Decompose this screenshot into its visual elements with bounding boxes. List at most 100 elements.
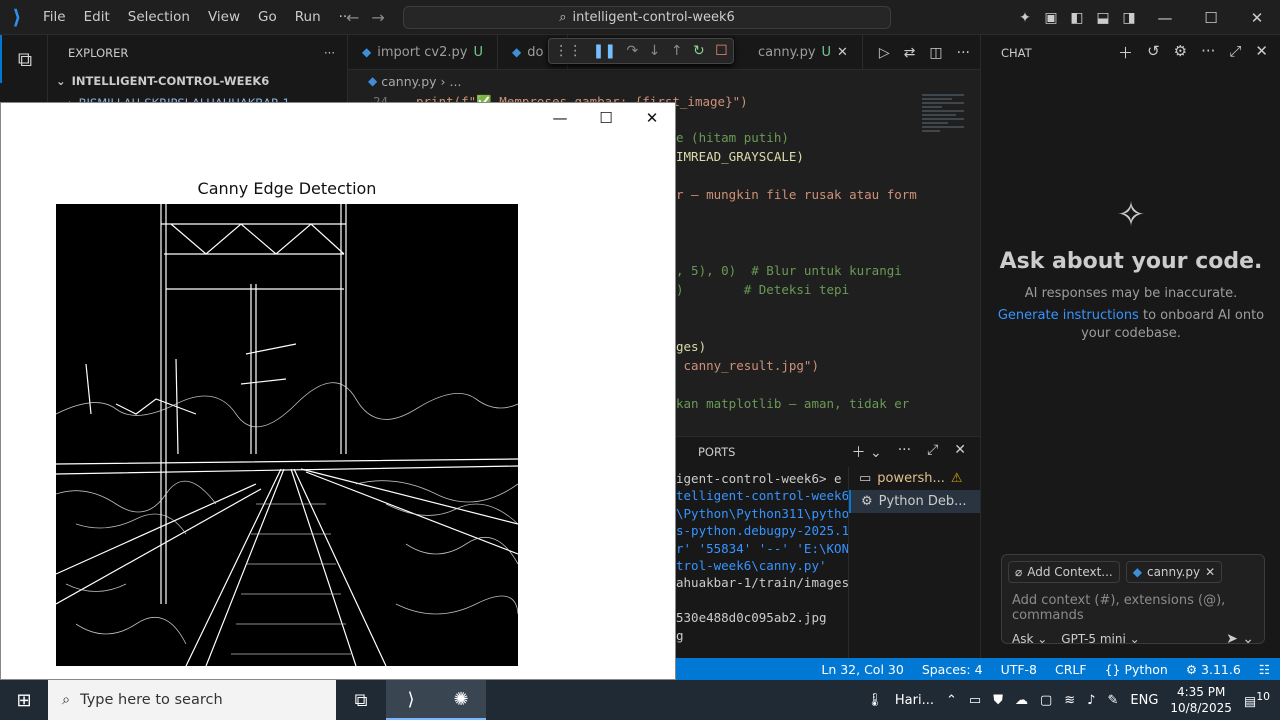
plot-title: Canny Edge Detection bbox=[197, 179, 377, 198]
close-panel-icon[interactable]: ✕ bbox=[954, 442, 966, 462]
toggle-sidebar-icon[interactable]: ◧ bbox=[1064, 10, 1090, 26]
file-chip-label: canny.py bbox=[1146, 565, 1201, 579]
tab-import-cv2[interactable]: ◆ import cv2.py U bbox=[348, 35, 498, 69]
notification-center-icon[interactable]: ▤10 bbox=[1244, 690, 1270, 709]
menu-run[interactable]: Run bbox=[286, 0, 330, 35]
breadcrumb-symbol[interactable]: ... bbox=[450, 74, 462, 89]
add-context-button[interactable]: ⌀ Add Context... bbox=[1008, 561, 1120, 583]
model-select[interactable]: GPT-5 mini ⌄ bbox=[1061, 632, 1139, 646]
chevron-up-icon[interactable]: ⌃ bbox=[946, 693, 957, 708]
menu-selection[interactable]: Selection bbox=[119, 0, 199, 35]
terminal-line: telligent-control-week6 bbox=[676, 488, 848, 504]
indentation[interactable]: Spaces: 4 bbox=[922, 662, 983, 677]
menu-go[interactable]: Go bbox=[249, 0, 286, 35]
minimize-button[interactable]: — bbox=[537, 109, 583, 127]
workspace-folder[interactable]: ⌄ INTELLIGENT-CONTROL-WEEK6 bbox=[48, 70, 347, 92]
compare-icon[interactable]: ⇄ bbox=[904, 45, 916, 61]
minimize-button[interactable]: — bbox=[1142, 0, 1188, 35]
back-arrow-icon[interactable]: ← bbox=[346, 8, 359, 27]
taskbar-search[interactable]: ⌕ Type here to search bbox=[48, 680, 336, 720]
remove-icon[interactable]: ✕ bbox=[1205, 565, 1215, 579]
code-text: ges) bbox=[676, 339, 707, 354]
pause-icon[interactable]: ❚❚ bbox=[593, 43, 616, 59]
stop-icon[interactable]: ☐ bbox=[715, 43, 728, 59]
generate-instructions-link[interactable]: Generate instructions bbox=[998, 308, 1139, 323]
toggle-panel-icon[interactable]: ⬓ bbox=[1090, 10, 1116, 26]
file-context-chip[interactable]: ◆ canny.py ✕ bbox=[1125, 561, 1223, 583]
explorer-title: EXPLORER bbox=[68, 45, 129, 60]
copilot-icon[interactable]: ✦ bbox=[1012, 10, 1038, 26]
notifications-icon[interactable]: ☷ bbox=[1259, 662, 1270, 677]
monitor-icon[interactable]: ▢ bbox=[1040, 693, 1052, 708]
volume-icon[interactable]: ♪ bbox=[1087, 693, 1095, 708]
history-icon[interactable]: ↺ bbox=[1147, 42, 1160, 63]
debug-toolbar: ⋮⋮ ❚❚ ↷ ↓ ↑ ↻ ☐ bbox=[548, 38, 734, 64]
minimap[interactable] bbox=[918, 92, 968, 480]
attach-icon: ⌀ bbox=[1015, 565, 1023, 579]
weather-icon[interactable]: 🌡 bbox=[866, 693, 883, 708]
defender-icon[interactable]: ⛊ bbox=[993, 693, 1003, 708]
close-icon[interactable]: ✕ bbox=[1255, 42, 1268, 63]
more-actions-icon[interactable]: ··· bbox=[898, 442, 911, 462]
layout-icon[interactable]: ▣ bbox=[1038, 10, 1064, 26]
drag-handle-icon[interactable]: ⋮⋮ bbox=[554, 43, 582, 59]
step-into-icon[interactable]: ↓ bbox=[649, 43, 661, 59]
terminal-powershell[interactable]: ▭ powersh... ⚠ bbox=[849, 467, 980, 490]
python-version[interactable]: ⚙ 3.11.6 bbox=[1186, 662, 1241, 677]
model-label: GPT-5 mini bbox=[1061, 632, 1126, 646]
generate-instructions-text: Generate instructions to onboard AI onto… bbox=[981, 307, 1280, 343]
maximize-button[interactable]: ☐ bbox=[1188, 0, 1234, 35]
explorer-icon[interactable]: ⧉ bbox=[0, 35, 48, 83]
run-icon[interactable]: ▷ bbox=[879, 45, 890, 61]
more-actions-icon[interactable]: ··· bbox=[957, 45, 970, 61]
split-editor-icon[interactable]: ◫ bbox=[929, 45, 942, 61]
wifi-icon[interactable]: ≋ bbox=[1064, 693, 1075, 708]
new-terminal-icon[interactable]: ＋ ⌄ bbox=[852, 442, 882, 462]
close-button[interactable]: ✕ bbox=[629, 109, 675, 127]
restart-icon[interactable]: ↻ bbox=[693, 43, 705, 59]
chat-input[interactable]: Add context (#), extensions (@), command… bbox=[1002, 589, 1264, 627]
python-file-icon: ◆ bbox=[512, 45, 522, 59]
breadcrumb-file[interactable]: canny.py bbox=[381, 74, 436, 89]
weather-label[interactable]: Hari... bbox=[895, 693, 934, 708]
language-mode[interactable]: {} Python bbox=[1105, 662, 1168, 677]
gear-icon[interactable]: ⚙ bbox=[1174, 42, 1187, 63]
toggle-secondary-sidebar-icon[interactable]: ◨ bbox=[1116, 10, 1142, 26]
task-view-icon[interactable]: ⧉ bbox=[336, 680, 386, 720]
send-icon[interactable]: ➤ ⌄ bbox=[1226, 631, 1254, 647]
windows-start-icon[interactable]: ⊞ bbox=[0, 680, 48, 720]
new-chat-icon[interactable]: ＋ bbox=[1118, 42, 1133, 63]
breadcrumb-sep: › bbox=[440, 73, 446, 89]
step-out-icon[interactable]: ↑ bbox=[671, 43, 683, 59]
terminal-name: Python Deb... bbox=[878, 494, 967, 509]
more-actions-icon[interactable]: ··· bbox=[1201, 42, 1215, 63]
chevron-down-icon: ⌄ bbox=[56, 74, 66, 88]
clock[interactable]: 4:35 PM 10/8/2025 bbox=[1170, 684, 1232, 716]
terminal-line: r' '55834' '--' 'E:\KON bbox=[676, 540, 848, 556]
menu-edit[interactable]: Edit bbox=[75, 0, 119, 35]
step-over-icon[interactable]: ↷ bbox=[627, 43, 639, 59]
onedrive-icon[interactable]: ☁ bbox=[1015, 693, 1028, 708]
matplotlib-window: — ☐ ✕ Canny Edge Detection bbox=[0, 102, 676, 680]
maximize-panel-icon[interactable]: ⤢ bbox=[927, 442, 938, 462]
cursor-position[interactable]: Ln 32, Col 30 bbox=[821, 662, 903, 677]
maximize-button[interactable]: ☐ bbox=[583, 109, 629, 127]
line-ending[interactable]: CRLF bbox=[1055, 662, 1087, 677]
mode-select[interactable]: Ask ⌄ bbox=[1012, 632, 1047, 646]
vscode-taskbar-icon[interactable]: ⟩ bbox=[386, 680, 436, 720]
more-actions-icon[interactable]: ··· bbox=[324, 46, 335, 60]
close-button[interactable]: ✕ bbox=[1234, 0, 1280, 35]
python-file-icon: ◆ bbox=[368, 74, 378, 88]
forward-arrow-icon[interactable]: → bbox=[371, 8, 384, 27]
encoding[interactable]: UTF-8 bbox=[1001, 662, 1037, 677]
battery-icon[interactable]: ▭ bbox=[969, 693, 981, 708]
terminal-python-debug[interactable]: ⚙ Python Deb... bbox=[849, 490, 980, 513]
pen-icon[interactable]: ✎ bbox=[1107, 693, 1118, 708]
close-tab-icon[interactable]: ✕ bbox=[837, 45, 848, 60]
maximize-icon[interactable]: ⤢ bbox=[1229, 42, 1241, 63]
language-indicator[interactable]: ENG bbox=[1130, 693, 1158, 708]
menu-view[interactable]: View bbox=[199, 0, 249, 35]
menu-file[interactable]: File bbox=[34, 0, 75, 35]
command-center-search[interactable]: ⌕ intelligent-control-week6 bbox=[403, 6, 891, 29]
python-figure-taskbar-icon[interactable]: ✺ bbox=[436, 680, 486, 720]
